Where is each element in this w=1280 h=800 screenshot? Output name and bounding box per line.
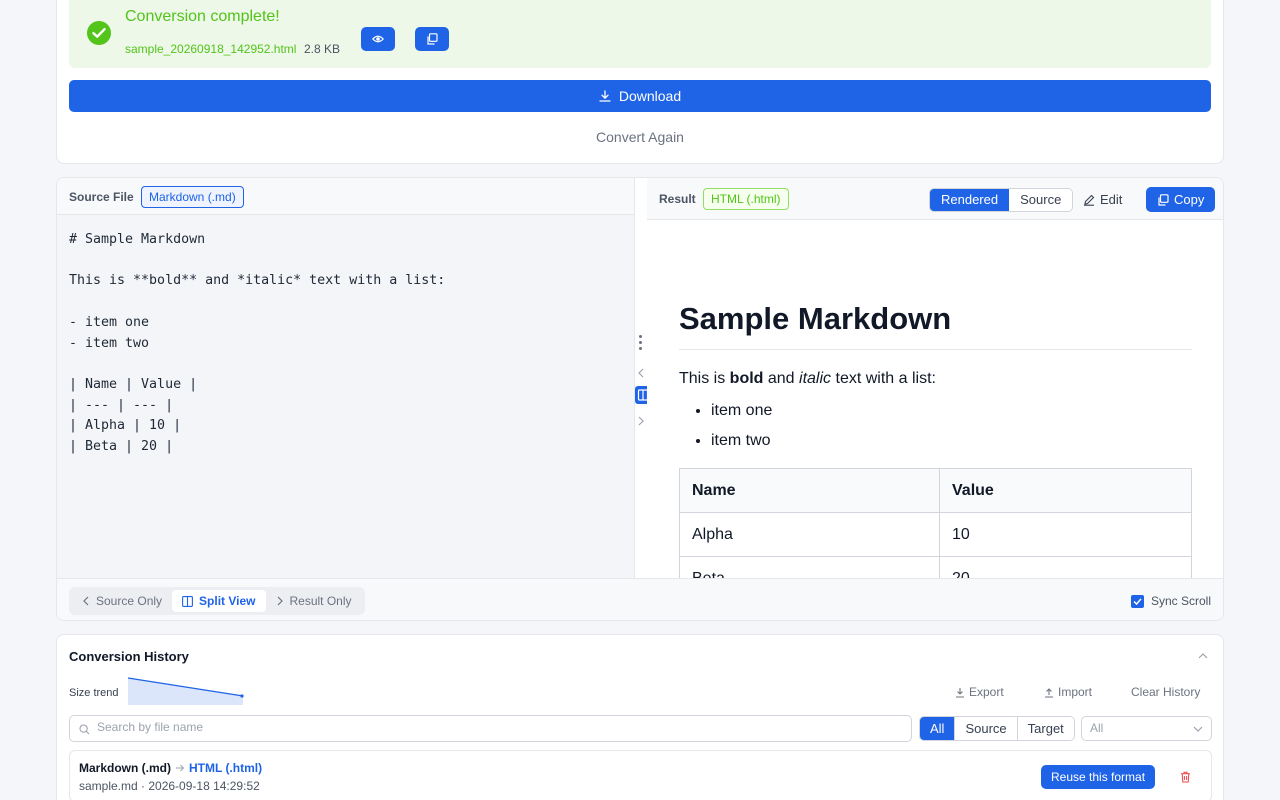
result-format-tag: HTML (.html) bbox=[703, 188, 789, 210]
chevron-down-icon bbox=[1193, 726, 1203, 732]
result-only-button[interactable]: Result Only bbox=[266, 590, 362, 612]
source-pane-header: Source File Markdown (.md) bbox=[57, 178, 634, 215]
chevron-right-icon bbox=[277, 596, 283, 606]
size-trend-sparkline bbox=[127, 677, 244, 705]
history-item[interactable]: Markdown (.md) HTML (.html) sample.md · … bbox=[69, 750, 1212, 800]
copy-icon bbox=[427, 33, 438, 45]
table-header: Value bbox=[939, 468, 1192, 513]
sync-scroll-label: Sync Scroll bbox=[1150, 594, 1211, 608]
upload-icon bbox=[1045, 687, 1053, 698]
arrow-right-icon bbox=[176, 764, 185, 772]
history-filter-toggle: All Source Target bbox=[919, 716, 1075, 741]
convert-again-button[interactable]: Convert Again bbox=[57, 129, 1223, 145]
output-file-name: sample_20260918_142952.html bbox=[125, 42, 297, 56]
download-button[interactable]: Download bbox=[69, 80, 1211, 112]
result-pane-header: Result HTML (.html) Rendered Source Edit… bbox=[647, 178, 1223, 220]
source-only-button[interactable]: Source Only bbox=[72, 590, 172, 612]
split-view-icon bbox=[182, 595, 193, 607]
source-pane-label: Source File bbox=[69, 190, 134, 204]
clear-history-button[interactable]: Clear History bbox=[1131, 685, 1200, 699]
size-trend-label: Size trend bbox=[69, 687, 119, 699]
table-cell: Alpha bbox=[679, 512, 940, 557]
download-icon bbox=[599, 90, 611, 102]
split-view-button[interactable]: Split View bbox=[172, 590, 266, 612]
eye-icon bbox=[372, 35, 384, 43]
table-cell: Beta bbox=[679, 556, 940, 578]
split-gutter[interactable] bbox=[635, 178, 651, 578]
view-mode-bar: Source Only Split View Result Only Sync … bbox=[57, 578, 1223, 620]
download-label: Download bbox=[618, 88, 682, 104]
copy-label: Copy bbox=[1174, 192, 1205, 207]
list-item: item one bbox=[711, 402, 1192, 420]
history-search-input[interactable] bbox=[97, 720, 897, 734]
success-title: Conversion complete! bbox=[125, 8, 280, 25]
result-pane-label: Result bbox=[659, 192, 696, 206]
view-mode-toggle: Source Only Split View Result Only bbox=[69, 587, 365, 615]
chevron-left-icon bbox=[83, 596, 89, 606]
history-item-formats: Markdown (.md) HTML (.html) bbox=[79, 761, 262, 775]
source-format-tag: Markdown (.md) bbox=[141, 186, 244, 208]
edit-label: Edit bbox=[1100, 192, 1123, 207]
result-mode-toggle: Rendered Source bbox=[929, 188, 1074, 212]
editor-card: Source File Markdown (.md) # Sample Mark… bbox=[56, 177, 1224, 621]
history-source-format: Markdown (.md) bbox=[79, 761, 171, 775]
history-item-meta: sample.md · 2026-09-18 14:29:52 bbox=[79, 779, 260, 793]
check-circle-icon bbox=[87, 21, 111, 45]
download-icon bbox=[956, 687, 964, 698]
result-pane: Result HTML (.html) Rendered Source Edit… bbox=[647, 178, 1223, 578]
rendered-heading: Sample Markdown bbox=[679, 301, 1192, 350]
search-icon bbox=[79, 724, 90, 735]
history-target-format: HTML (.html) bbox=[189, 761, 263, 775]
copy-button[interactable]: Copy bbox=[1146, 187, 1216, 212]
reuse-format-button[interactable]: Reuse this format bbox=[1041, 765, 1156, 789]
mode-source[interactable]: Source bbox=[1009, 189, 1073, 211]
edit-button[interactable]: Edit bbox=[1083, 192, 1122, 207]
drag-handle-icon[interactable] bbox=[639, 335, 643, 353]
collapse-right-icon[interactable] bbox=[635, 414, 647, 428]
table-header: Name bbox=[679, 468, 940, 513]
conversion-history-card: Conversion History Size trend Export Imp… bbox=[56, 634, 1224, 800]
history-title: Conversion History bbox=[69, 649, 189, 664]
edit-icon bbox=[1084, 194, 1095, 206]
collapse-left-icon[interactable] bbox=[635, 366, 647, 380]
filter-all[interactable]: All bbox=[920, 717, 955, 740]
sync-scroll-toggle[interactable]: Sync Scroll bbox=[1130, 594, 1211, 608]
filter-source[interactable]: Source bbox=[954, 717, 1017, 740]
success-banner: Conversion complete! sample_20260918_142… bbox=[69, 0, 1211, 68]
rendered-paragraph: This is bold and italic text with a list… bbox=[679, 370, 936, 387]
rendered-table: Name Value Alpha 10 Beta 20 bbox=[679, 468, 1192, 578]
rendered-output: Sample Markdown This is bold and italic … bbox=[679, 301, 1192, 578]
source-pane: Source File Markdown (.md) # Sample Mark… bbox=[57, 178, 635, 578]
format-select[interactable]: All bbox=[1081, 716, 1212, 741]
rendered-list: item one item two bbox=[679, 402, 1192, 450]
preview-button[interactable] bbox=[361, 27, 395, 51]
copy-icon bbox=[1158, 193, 1169, 206]
source-code-editor[interactable]: # Sample Markdown This is **bold** and *… bbox=[69, 230, 445, 458]
conversion-result-card: Conversion complete! sample_20260918_142… bbox=[56, 0, 1224, 164]
table-row: Alpha 10 bbox=[679, 512, 1192, 557]
output-file-size: 2.8 KB bbox=[304, 42, 341, 56]
sync-scroll-checkbox[interactable] bbox=[1130, 594, 1144, 608]
export-button[interactable]: Export bbox=[955, 685, 1004, 699]
table-header-row: Name Value bbox=[679, 468, 1192, 513]
mode-rendered[interactable]: Rendered bbox=[930, 189, 1010, 211]
table-row: Beta 20 bbox=[679, 556, 1192, 578]
table-cell: 20 bbox=[939, 556, 1192, 578]
history-search-box[interactable] bbox=[69, 715, 912, 742]
filter-target[interactable]: Target bbox=[1016, 717, 1074, 740]
copy-output-button[interactable] bbox=[415, 27, 449, 51]
list-item: item two bbox=[711, 432, 1192, 450]
chevron-up-icon[interactable] bbox=[1197, 649, 1209, 667]
import-button[interactable]: Import bbox=[1044, 685, 1092, 699]
table-cell: 10 bbox=[939, 512, 1192, 557]
trash-icon[interactable] bbox=[1180, 770, 1191, 788]
